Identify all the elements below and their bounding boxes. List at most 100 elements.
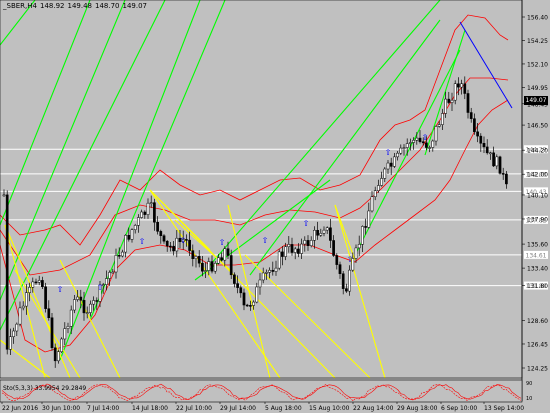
candle-body bbox=[41, 280, 44, 287]
chart-window[interactable]: ⇧ ⇧ ⇧ ⇧ ⇧ ⇧ ⇧ ⇧ ⇧ ⇧ 144.29 142.03 140.43 137.82 134.6… bbox=[0, 0, 550, 413]
candle-body bbox=[124, 235, 127, 253]
price-label: 124.25 bbox=[527, 366, 548, 373]
candle-body bbox=[322, 229, 326, 234]
candle-body bbox=[450, 99, 454, 103]
candle-body bbox=[60, 338, 63, 352]
candle-body bbox=[133, 225, 137, 230]
candle-body bbox=[220, 257, 223, 261]
level-tag: 134.61 bbox=[526, 252, 547, 259]
candle-body bbox=[338, 264, 342, 274]
candle-body bbox=[335, 255, 339, 265]
candle-body bbox=[316, 229, 319, 236]
candle-body bbox=[210, 261, 214, 272]
sub-axis-top: 90 bbox=[526, 381, 532, 387]
candle-body bbox=[242, 292, 246, 306]
candle-body bbox=[476, 131, 479, 137]
time-label: 5 Aug 18:00 bbox=[265, 405, 302, 412]
candle-body bbox=[25, 292, 28, 307]
candle-body bbox=[261, 272, 265, 281]
candle-body bbox=[441, 113, 444, 125]
candle-body bbox=[82, 300, 86, 314]
candle-body bbox=[380, 178, 383, 186]
buy-arrow-icon: ⇧ bbox=[180, 236, 187, 245]
fan-line-down bbox=[334, 204, 356, 261]
price-chart[interactable]: ⇧ ⇧⇧ ⇧ ⇧ ⇧⇧⇧⇧⇧ 144.29142.03140.43137.82134.6… bbox=[0, 0, 550, 413]
candle-body bbox=[501, 173, 505, 175]
candle-body bbox=[463, 83, 467, 94]
candle-body bbox=[505, 173, 508, 185]
candle-body bbox=[332, 240, 335, 256]
candle-body bbox=[217, 257, 220, 264]
candle-body bbox=[249, 305, 252, 307]
candle-body bbox=[204, 270, 207, 272]
candle-body bbox=[268, 269, 271, 273]
candle-body bbox=[290, 244, 294, 253]
candle-body bbox=[159, 231, 163, 236]
candle-body bbox=[18, 307, 22, 325]
candle-body bbox=[425, 142, 428, 148]
candle-body bbox=[399, 147, 403, 154]
candle-body bbox=[370, 196, 374, 212]
candle-body bbox=[313, 229, 316, 241]
candle-body bbox=[437, 124, 441, 127]
candle-body bbox=[297, 248, 300, 254]
candle-body bbox=[377, 185, 380, 191]
candle-body bbox=[76, 296, 79, 300]
price-label: 142.00 bbox=[527, 172, 548, 179]
candle-body bbox=[89, 303, 92, 313]
candle-body bbox=[95, 300, 99, 302]
bollinger-upper bbox=[0, 14, 509, 246]
candle-body bbox=[117, 255, 121, 257]
candle-body bbox=[114, 255, 118, 273]
candle-body bbox=[239, 287, 243, 294]
price-label: 152.10 bbox=[527, 61, 548, 68]
candle-body bbox=[92, 300, 95, 305]
candle-body bbox=[274, 267, 278, 272]
candle-body bbox=[348, 269, 351, 292]
candle-body bbox=[34, 281, 38, 284]
candle-body bbox=[169, 245, 172, 248]
candle-body bbox=[325, 227, 329, 231]
candle-body bbox=[498, 156, 502, 174]
candle-body bbox=[12, 330, 15, 337]
price-label: 149.95 bbox=[527, 85, 548, 92]
candle-body bbox=[402, 147, 406, 149]
candle-body bbox=[492, 152, 495, 167]
candle-body bbox=[105, 278, 108, 285]
candle-body bbox=[460, 83, 463, 88]
fan-line-up bbox=[209, 0, 441, 266]
buy-arrow-icon: ⇧ bbox=[303, 219, 310, 228]
price-label: 126.45 bbox=[527, 341, 548, 348]
candle-body bbox=[229, 255, 233, 276]
candle-body bbox=[271, 269, 275, 272]
candle-body bbox=[383, 168, 387, 179]
open-value: 148.92 bbox=[39, 2, 65, 10]
buy-arrow-icon: ⇧ bbox=[97, 283, 104, 292]
candle-body bbox=[201, 262, 204, 272]
candle-body bbox=[213, 263, 217, 272]
time-label: 22 Jun 2016 bbox=[2, 405, 38, 412]
candle-body bbox=[28, 287, 31, 293]
candle-body bbox=[345, 288, 348, 292]
candle-body bbox=[207, 261, 211, 271]
candle-body bbox=[447, 98, 451, 103]
candle-body bbox=[415, 137, 419, 141]
buy-arrow-icon: ⇧ bbox=[422, 133, 429, 142]
buy-arrow-icon: ⇧ bbox=[262, 236, 269, 245]
candle-body bbox=[281, 251, 284, 257]
time-label: 30 Jun 10:00 bbox=[42, 405, 80, 412]
candle-body bbox=[121, 251, 124, 257]
candle-body bbox=[130, 229, 134, 240]
candle-body bbox=[469, 112, 473, 119]
candle-body bbox=[165, 240, 169, 247]
candle-body bbox=[57, 351, 60, 362]
candle-body bbox=[79, 296, 83, 301]
candle-body bbox=[37, 280, 41, 283]
time-label: 13 Sep 14:00 bbox=[484, 405, 524, 412]
high-value: 149.48 bbox=[67, 2, 92, 10]
candle-body bbox=[156, 222, 159, 232]
candle-body bbox=[9, 336, 12, 350]
candle-body bbox=[44, 286, 47, 309]
candle-body bbox=[265, 272, 268, 274]
candle-body bbox=[277, 251, 281, 269]
